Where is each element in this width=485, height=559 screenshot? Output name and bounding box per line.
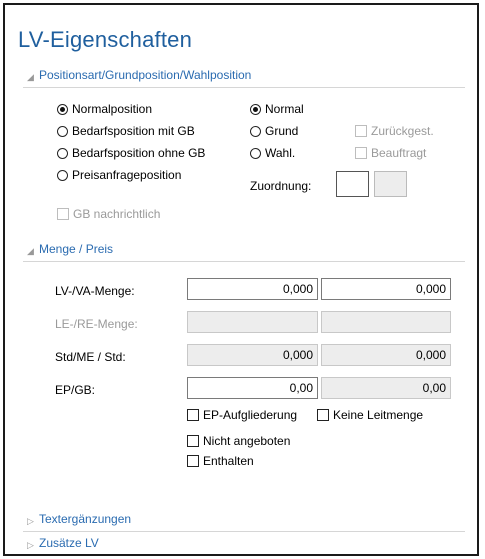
- radio-label: Preisanfrageposition: [72, 168, 182, 182]
- checkbox-label: Nicht angeboten: [203, 434, 291, 448]
- std-me-label: Std/ME / Std:: [55, 350, 126, 364]
- section-divider: [23, 261, 465, 262]
- checkbox-box: [187, 455, 199, 467]
- checkbox-box: [187, 409, 199, 421]
- checkbox-nicht-angeboten[interactable]: Nicht angeboten: [187, 434, 290, 448]
- section-textergaenzungen-header[interactable]: Textergänzungen: [39, 512, 131, 526]
- checkbox-label: Beauftragt: [371, 146, 427, 160]
- checkbox-label: EP-Aufgliederung: [203, 408, 298, 422]
- radio-button-icon: [57, 169, 68, 181]
- radio-button-icon: [250, 103, 261, 115]
- ep-gb-field-1[interactable]: 0,00: [187, 377, 318, 399]
- lv-va-menge-label: LV-/VA-Menge:: [55, 284, 135, 298]
- radio-button-icon: [250, 125, 261, 137]
- zuordnung-input[interactable]: [336, 171, 369, 197]
- expand-triangle-icon[interactable]: ▷: [27, 540, 34, 551]
- checkbox-box: [317, 409, 329, 421]
- radio-wahl[interactable]: Wahl.: [250, 146, 295, 160]
- section-zusaetze-lv-header[interactable]: Zusätze LV: [39, 536, 99, 550]
- radio-button-icon: [57, 125, 68, 137]
- lv-va-menge-field-1[interactable]: 0,000: [187, 278, 318, 300]
- checkbox-beauftragt[interactable]: Beauftragt: [355, 146, 426, 160]
- expand-triangle-icon[interactable]: ▷: [27, 516, 34, 527]
- collapse-triangle-icon[interactable]: ◢: [27, 72, 34, 83]
- section-positionsart-header[interactable]: Positionsart/Grundposition/Wahlposition: [39, 68, 251, 82]
- ep-gb-field-2: 0,00: [321, 377, 451, 399]
- radio-bedarfsposition-mit-gb[interactable]: Bedarfsposition mit GB: [57, 124, 195, 138]
- radio-button-icon: [250, 147, 261, 159]
- radio-normalposition[interactable]: Normalposition: [57, 102, 152, 116]
- checkbox-enthalten[interactable]: Enthalten: [187, 454, 254, 468]
- checkbox-gb-nachrichtlich[interactable]: GB nachrichtlich: [57, 207, 160, 221]
- le-re-menge-field-2: [321, 311, 451, 333]
- panel-title: LV-Eigenschaften: [18, 27, 193, 52]
- radio-label: Normal: [265, 102, 304, 116]
- le-re-menge-field-1: [187, 311, 318, 333]
- zuordnung-label: Zuordnung:: [250, 179, 312, 193]
- collapse-triangle-icon[interactable]: ◢: [27, 246, 34, 257]
- radio-label: Wahl.: [265, 146, 296, 160]
- radio-button-icon: [57, 147, 68, 159]
- std-me-field-2: 0,000: [321, 344, 451, 366]
- radio-label: Bedarfsposition ohne GB: [72, 146, 206, 160]
- checkbox-keine-leitmenge[interactable]: Keine Leitmenge: [317, 408, 423, 422]
- checkbox-ep-aufgliederung[interactable]: EP-Aufgliederung: [187, 408, 297, 422]
- radio-preisanfrageposition[interactable]: Preisanfrageposition: [57, 168, 181, 182]
- section-divider: [23, 87, 465, 88]
- checkbox-label: Enthalten: [203, 454, 254, 468]
- lv-va-menge-field-2[interactable]: 0,000: [321, 278, 451, 300]
- checkbox-zurueckgestellt[interactable]: Zurückgest.: [355, 124, 434, 138]
- radio-label: Bedarfsposition mit GB: [72, 124, 195, 138]
- checkbox-label: Zurückgest.: [371, 124, 434, 138]
- le-re-menge-label: LE-/RE-Menge:: [55, 317, 138, 331]
- checkbox-box: [57, 208, 69, 220]
- lv-properties-panel: LV-Eigenschaften ◢ Positionsart/Grundpos…: [3, 3, 479, 556]
- checkbox-box: [355, 125, 367, 137]
- std-me-field-1: 0,000: [187, 344, 318, 366]
- ep-gb-label: EP/GB:: [55, 383, 96, 397]
- radio-bedarfsposition-ohne-gb[interactable]: Bedarfsposition ohne GB: [57, 146, 205, 160]
- zuordnung-readonly-field: [374, 171, 407, 197]
- radio-button-icon: [57, 103, 68, 115]
- checkbox-label: Keine Leitmenge: [333, 408, 424, 422]
- section-divider: [23, 531, 465, 532]
- checkbox-box: [187, 435, 199, 447]
- radio-normal[interactable]: Normal: [250, 102, 304, 116]
- radio-label: Grund: [265, 124, 299, 138]
- radio-label: Normalposition: [72, 102, 153, 116]
- section-menge-preis-header[interactable]: Menge / Preis: [39, 242, 113, 256]
- radio-grund[interactable]: Grund: [250, 124, 298, 138]
- checkbox-box: [355, 147, 367, 159]
- checkbox-label: GB nachrichtlich: [73, 207, 161, 221]
